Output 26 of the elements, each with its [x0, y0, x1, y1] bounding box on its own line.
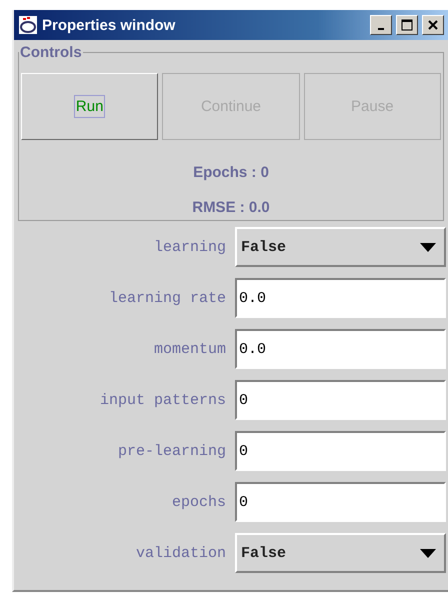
property-label: momentum: [152, 340, 226, 358]
input-field[interactable]: 0: [235, 482, 446, 522]
minimize-icon: [378, 28, 384, 30]
property-label: learning: [152, 238, 226, 256]
caret-icon: [420, 242, 436, 252]
maximize-icon: [401, 19, 413, 31]
input-field[interactable]: 0: [235, 431, 446, 471]
close-button[interactable]: [422, 15, 444, 35]
input-field[interactable]: 0.0: [235, 278, 446, 318]
input-field[interactable]: 0.0: [235, 329, 446, 369]
property-label: learning rate: [108, 290, 226, 306]
window-title: Properties window: [42, 16, 176, 34]
close-icon: [428, 20, 438, 30]
property-label: validation: [134, 544, 226, 562]
dropdown[interactable]: False: [235, 533, 446, 573]
input-field[interactable]: 0: [235, 380, 446, 420]
property-label: pre-learning: [116, 442, 226, 460]
stat-text: Epochs : 0: [192, 164, 270, 181]
stat-text: RMSE : 0.0: [191, 199, 271, 216]
maximize-button[interactable]: [396, 15, 418, 35]
minimize-button[interactable]: [370, 15, 392, 35]
property-label: input patterns: [98, 392, 226, 408]
dropdown[interactable]: False: [235, 227, 446, 267]
caret-icon: [420, 548, 436, 558]
property-label: epochs: [170, 494, 226, 510]
group-title: Controls: [19, 44, 83, 61]
